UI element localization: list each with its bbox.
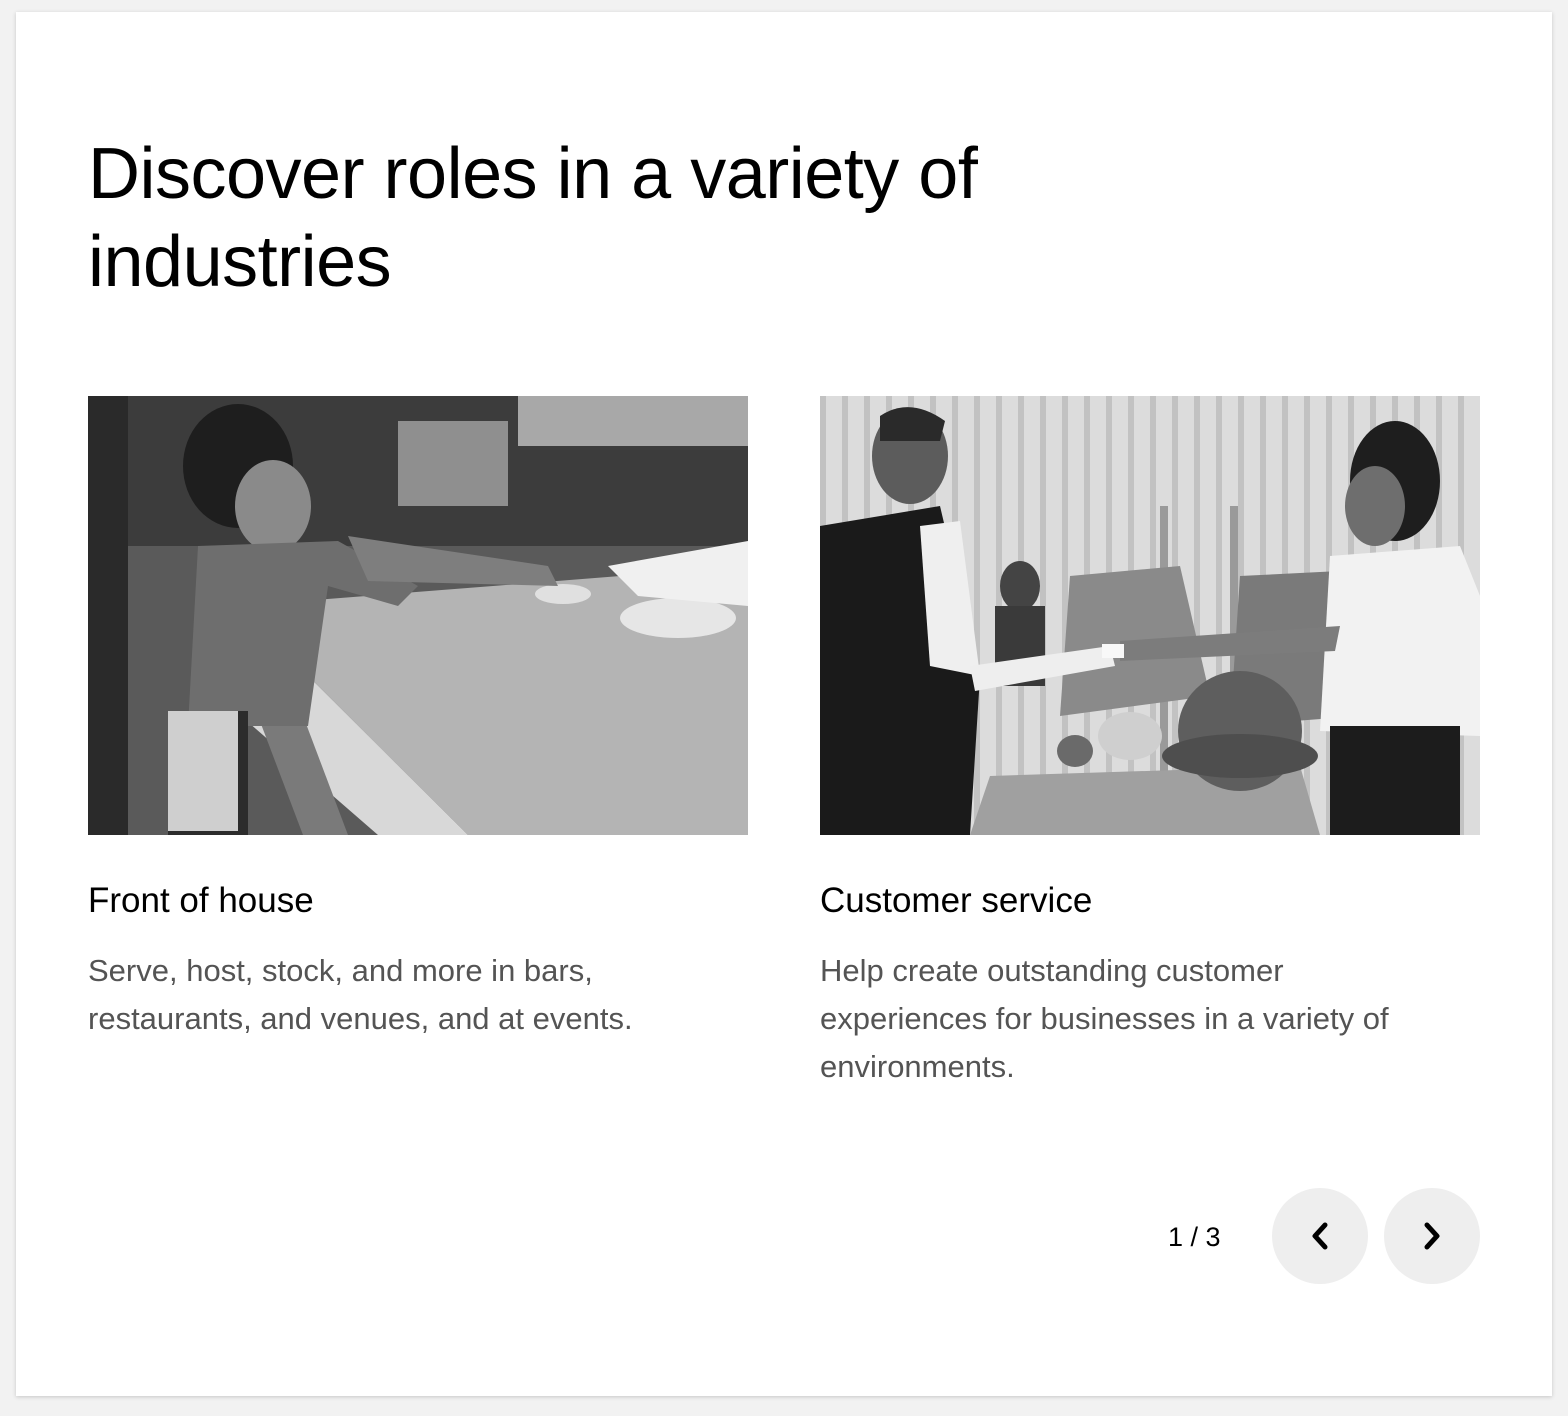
role-card-customer-service[interactable]: Customer service Help create outstanding… — [820, 396, 1480, 1091]
previous-button[interactable] — [1272, 1188, 1368, 1284]
section-heading: Discover roles in a variety of industrie… — [88, 134, 978, 302]
chevron-right-icon — [1424, 1222, 1440, 1250]
card-title: Front of house — [88, 881, 314, 920]
front-of-house-photo — [88, 396, 748, 835]
card-description: Serve, host, stock, and more in bars, re… — [88, 953, 633, 1036]
customer-service-photo — [820, 396, 1480, 835]
role-card-front-of-house[interactable]: Front of house Serve, host, stock, and m… — [88, 396, 748, 1043]
industries-section: Discover roles in a variety of industrie… — [16, 12, 1552, 1396]
next-button[interactable] — [1384, 1188, 1480, 1284]
card-title: Customer service — [820, 881, 1093, 920]
chevron-left-icon — [1312, 1222, 1328, 1250]
card-description: Help create outstanding customer experie… — [820, 953, 1389, 1084]
pagination-counter: 1 / 3 — [1168, 1222, 1221, 1252]
